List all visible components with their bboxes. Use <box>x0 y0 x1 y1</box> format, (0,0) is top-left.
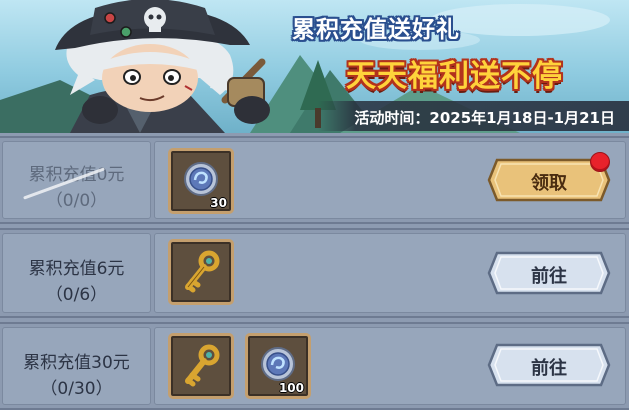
tier-label-cell: 累积充值30元 （0/30） <box>2 327 151 405</box>
tier-row-0: 累积充值0元 （0/0） 30 领取 <box>0 136 629 224</box>
goto-button[interactable]: 前往 <box>487 343 611 387</box>
reward-item[interactable]: 30 <box>168 148 234 214</box>
tier-threshold: 累积充值30元 <box>23 353 130 373</box>
banner-subtitle: 天天福利送不停 <box>346 59 563 94</box>
claim-button-label: 领取 <box>531 173 567 194</box>
tier-row-1: 累积充值6元 （0/6） 前往 <box>0 228 629 318</box>
event-time-bar: 活动时间：2025年1月18日-1月21日 <box>318 101 629 131</box>
goto-button-label: 前往 <box>531 266 567 287</box>
golden-key-icon <box>185 344 220 387</box>
tier-row-2: 累积充值30元 （0/30） 100 前往 <box>0 322 629 410</box>
goto-button-label: 前往 <box>531 358 567 379</box>
reward-count: 30 <box>210 196 227 210</box>
banner-title: 累积充值送好礼 <box>292 17 460 43</box>
tier-threshold: 累积充值0元 <box>28 165 125 185</box>
golden-key-icon <box>185 250 220 293</box>
reward-count: 100 <box>278 381 304 395</box>
reward-item[interactable] <box>168 333 234 399</box>
tier-label-cell: 累积充值6元 （0/6） <box>2 233 151 313</box>
reward-item[interactable]: 100 <box>245 333 311 399</box>
event-banner: 累积充值送好礼 天天福利送不停 活动时间：2025年1月18日-1月21日 <box>0 0 629 133</box>
tier-progress: （0/6） <box>45 285 108 305</box>
reward-item[interactable] <box>168 239 234 305</box>
tier-label-cell: 累积充值0元 （0/0） <box>2 141 151 219</box>
goto-button[interactable]: 前往 <box>487 251 611 295</box>
tier-progress: （0/30） <box>40 379 113 399</box>
event-time-text: 活动时间：2025年1月18日-1月21日 <box>354 109 615 127</box>
tier-threshold: 累积充值6元 <box>28 259 125 279</box>
notification-dot <box>590 152 610 172</box>
